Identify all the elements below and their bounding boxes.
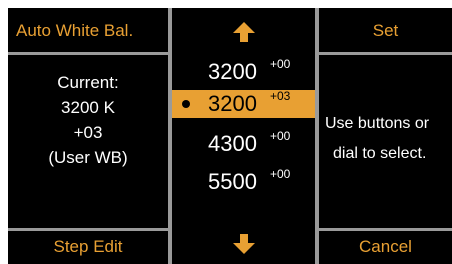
- arrow-down-icon[interactable]: [232, 234, 255, 254]
- wb-menu-screen: Auto White Bal. Current: 3200 K +03 (Use…: [8, 8, 452, 264]
- selection-hint: Use buttons or dial to select.: [325, 109, 452, 169]
- wb-preset-item[interactable]: 3200 +00: [172, 57, 315, 86]
- wb-preset-offset: +00: [270, 167, 291, 181]
- actions-panel: Set Use buttons or dial to select. Cance…: [319, 8, 452, 264]
- hint-line-2: dial to select.: [333, 145, 427, 162]
- wb-preset-offset: +03: [270, 89, 291, 103]
- step-edit-button[interactable]: Step Edit: [8, 237, 168, 257]
- cancel-button[interactable]: Cancel: [319, 237, 452, 257]
- current-wb-panel: Auto White Bal. Current: 3200 K +03 (Use…: [8, 8, 168, 264]
- footer-divider: [8, 228, 168, 231]
- set-button[interactable]: Set: [319, 21, 452, 41]
- wb-preset-value: 3200: [208, 91, 257, 116]
- wb-preset-item[interactable]: 4300 +00: [172, 129, 315, 158]
- wb-preset-value: 4300: [208, 131, 257, 156]
- current-temperature: 3200 K: [61, 98, 115, 117]
- auto-white-balance-button[interactable]: Auto White Bal.: [16, 21, 133, 41]
- arrow-up-icon[interactable]: [232, 22, 255, 42]
- wb-preset-value: 5500: [208, 169, 257, 194]
- current-label: Current:: [57, 73, 119, 92]
- current-offset: +03: [73, 123, 103, 142]
- current-wb-info: Current: 3200 K +03 (User WB): [8, 70, 168, 170]
- wb-preset-offset: +00: [270, 57, 291, 71]
- header-divider: [319, 52, 452, 55]
- selected-bullet-icon: [182, 100, 190, 108]
- wb-preset-value: 3200: [208, 59, 257, 84]
- footer-divider: [319, 228, 452, 231]
- header-divider: [8, 52, 168, 55]
- wb-preset-item[interactable]: 5500 +00: [172, 167, 315, 196]
- wb-preset-offset: +00: [270, 129, 291, 143]
- current-mode: (User WB): [48, 148, 128, 167]
- hint-line-1: Use buttons or: [325, 115, 430, 132]
- wb-preset-item-selected[interactable]: 3200 +03: [172, 89, 315, 118]
- wb-preset-list-panel: 3200 +00 3200 +03 4300 +00 5500 +00: [172, 8, 315, 264]
